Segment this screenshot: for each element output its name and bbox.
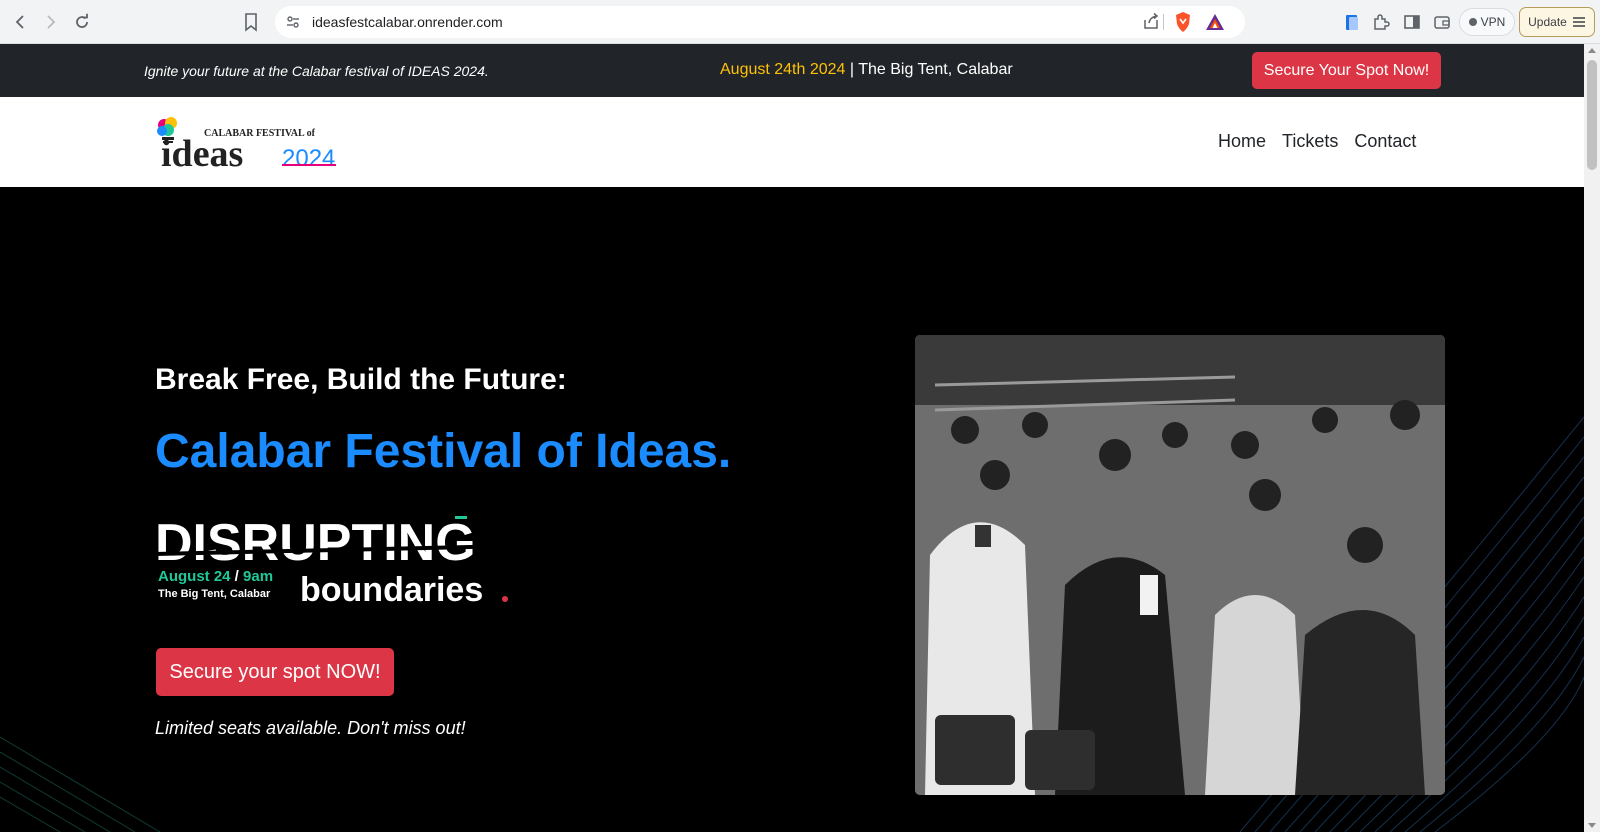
scroll-up-icon[interactable]	[1588, 48, 1596, 53]
logo-big-text: ideas	[161, 133, 243, 169]
extensions-icon[interactable]	[1371, 12, 1391, 32]
update-label: Update	[1528, 15, 1567, 29]
hero-title: Calabar Festival of Ideas.	[155, 425, 732, 478]
hero-subtitle: Break Free, Build the Future:	[155, 363, 567, 396]
tagline: Ignite your future at the Calabar festiv…	[144, 63, 489, 79]
page-viewport: Ignite your future at the Calabar festiv…	[0, 44, 1584, 832]
vpn-label: VPN	[1480, 15, 1506, 29]
sidebar-reading-icon[interactable]	[1342, 12, 1362, 32]
toolbar-divider	[1163, 14, 1164, 30]
back-icon[interactable]	[10, 11, 32, 33]
bookmark-icon[interactable]	[240, 11, 262, 33]
theme-date-separator: /	[230, 568, 244, 585]
share-icon[interactable]	[1142, 12, 1160, 30]
theme-word-disrupting: DISRUPTING	[155, 514, 476, 572]
scroll-down-icon[interactable]	[1588, 823, 1596, 828]
scroll-thumb[interactable]	[1587, 60, 1597, 170]
nav-links: Home Tickets Contact	[1218, 131, 1416, 152]
nav-link-tickets[interactable]: Tickets	[1282, 131, 1338, 152]
theme-date-text: August 24	[158, 568, 231, 585]
event-info: August 24th 2024 | The Big Tent, Calabar	[720, 61, 1013, 79]
nav-link-home[interactable]: Home	[1218, 131, 1266, 152]
browser-toolbar: ideasfestcalabar.onrender.com VPN Update	[0, 0, 1600, 44]
crowd-photo	[915, 335, 1445, 795]
crowd-photo-illustration	[915, 335, 1445, 795]
update-button[interactable]: Update	[1519, 7, 1595, 37]
event-date: August 24th 2024	[720, 61, 846, 78]
site-info-icon[interactable]	[285, 14, 301, 30]
brave-rewards-icon[interactable]	[1205, 12, 1225, 32]
announcement-bar: Ignite your future at the Calabar festiv…	[0, 44, 1584, 97]
secure-spot-button-hero[interactable]: Secure your spot NOW!	[156, 648, 394, 696]
navbar: CALABAR FESTIVAL of ideas 2024 Home Tick…	[0, 97, 1584, 187]
secure-spot-button-top[interactable]: Secure Your Spot Now!	[1252, 52, 1441, 89]
site-logo[interactable]: CALABAR FESTIVAL of ideas 2024	[154, 117, 344, 175]
event-separator: |	[845, 61, 859, 78]
brave-shields-icon[interactable]	[1173, 11, 1193, 33]
event-venue: The Big Tent, Calabar	[858, 61, 1013, 78]
theme-time-text: 9am	[243, 568, 274, 585]
address-bar[interactable]: ideasfestcalabar.onrender.com	[275, 6, 1245, 38]
hero-section: Break Free, Build the Future: Calabar Fe…	[0, 187, 1584, 832]
forward-icon[interactable]	[39, 11, 61, 33]
reload-icon[interactable]	[71, 11, 93, 33]
url-text[interactable]: ideasfestcalabar.onrender.com	[312, 14, 503, 30]
page-scrollbar[interactable]	[1584, 44, 1600, 832]
logo-graphic: CALABAR FESTIVAL of ideas 2024	[157, 117, 336, 175]
theme-word-boundaries: boundaries	[300, 571, 483, 606]
sidebar-toggle-icon[interactable]	[1402, 12, 1422, 32]
vpn-button[interactable]: VPN	[1459, 8, 1515, 36]
limited-seats-note: Limited seats available. Don't miss out!	[155, 718, 466, 738]
nav-link-contact[interactable]: Contact	[1354, 131, 1416, 152]
theme-date: August 24 / 9am	[158, 568, 273, 585]
wallet-icon[interactable]	[1432, 12, 1452, 32]
theme-venue: The Big Tent, Calabar	[158, 588, 271, 600]
vpn-status-icon	[1468, 18, 1477, 26]
menu-icon	[1572, 17, 1585, 27]
